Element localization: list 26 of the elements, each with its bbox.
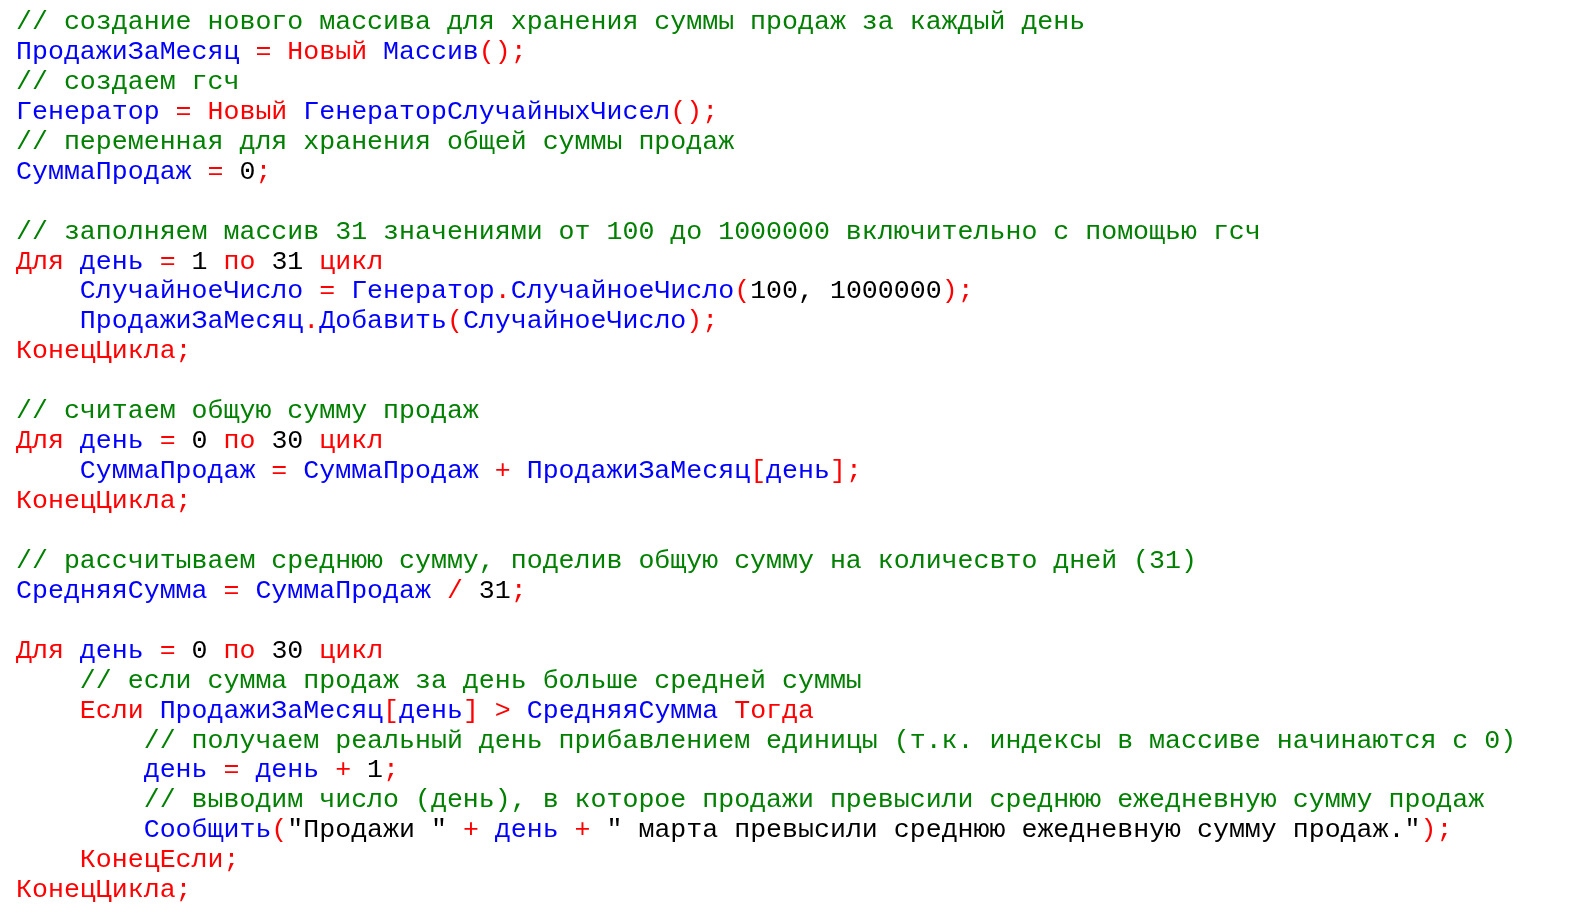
code-line: ПродажиЗаМесяц = Новый Массив(); bbox=[16, 37, 527, 68]
code-line: Для день = 0 по 30 цикл bbox=[16, 636, 384, 667]
code-comment: // считаем общую сумму продаж bbox=[16, 397, 479, 428]
code-comment: // заполняем массив 31 значениями от 100 до 1000000 включительно с помощью гсч bbox=[16, 217, 1261, 248]
code-comment: // переменная для хранения общей суммы продаж bbox=[16, 127, 735, 158]
code-comment: // если сумма продаж за день больше средней суммы bbox=[78, 666, 862, 697]
code-line: СуммаПродаж = 0; bbox=[16, 157, 272, 188]
code-comment: // выводим число (день), в которое продажи превысили среднюю ежедневную сумму продаж bbox=[142, 786, 1485, 817]
code-line: Для день = 0 по 30 цикл bbox=[16, 427, 384, 458]
code-comment: // создаем гсч bbox=[16, 67, 240, 98]
code-line: КонецЦикла; bbox=[16, 337, 192, 368]
code-comment: // рассчитываем среднюю сумму, поделив общую сумму на количесвто дней (31) bbox=[16, 546, 1197, 577]
code-line: СуммаПродаж = СуммаПродаж + ПродажиЗаМесяц[день]; bbox=[78, 457, 862, 487]
code-line: СлучайноеЧисло = Генератор.СлучайноеЧисло(100, 1000000); bbox=[78, 277, 974, 308]
code-line: Для день = 1 по 31 цикл bbox=[16, 247, 384, 278]
code-comment: // создание нового массива для хранения суммы продаж за каждый день bbox=[16, 8, 1086, 38]
code-line: Если ПродажиЗаМесяц[день] > СредняяСумма Тогда bbox=[78, 696, 814, 727]
code-line: СредняяСумма = СуммаПродаж / 31; bbox=[16, 576, 527, 607]
code-line: день = день + 1; bbox=[142, 756, 400, 787]
code-line: ПродажиЗаМесяц.Добавить(СлучайноеЧисло); bbox=[78, 307, 719, 338]
code-line: КонецЦикла; bbox=[16, 487, 192, 517]
code-line: Сообщить("Продажи " + день + " марта превысили среднюю ежедневную сумму продаж."); bbox=[142, 816, 1453, 847]
code-line: Генератор = Новый ГенераторСлучайныхЧисел(); bbox=[16, 97, 719, 128]
code-line: КонецЦикла; bbox=[16, 876, 192, 907]
code-comment: // получаем реальный день прибавлением единицы (т.к. индексы в массиве начинаются с 0) bbox=[142, 726, 1517, 757]
code-line: КонецЕсли; bbox=[78, 846, 240, 877]
